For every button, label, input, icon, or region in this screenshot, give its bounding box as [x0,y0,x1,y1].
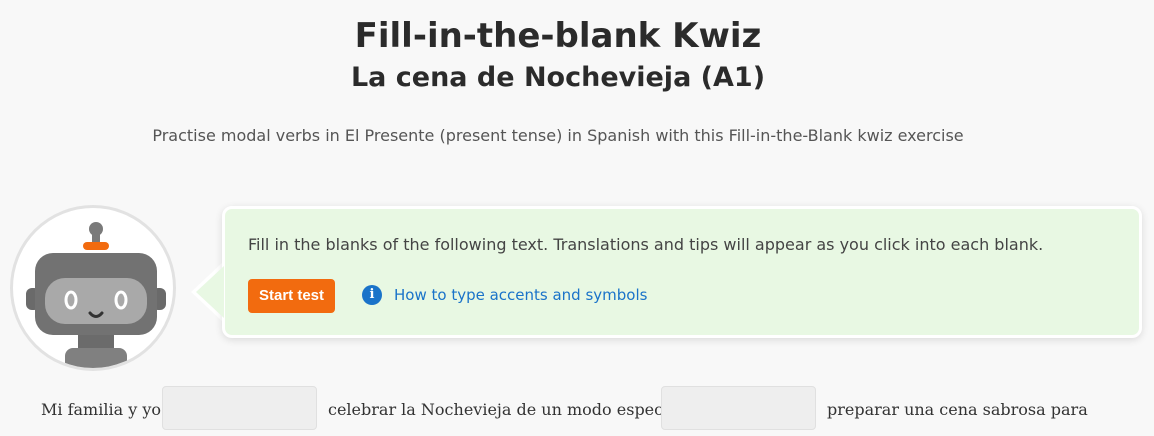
page-description: Practise modal verbs in El Presente (pre… [152,126,964,145]
info-icon: i [362,285,382,305]
accents-help-link[interactable]: i How to type accents and symbols [362,285,647,305]
accents-help-label[interactable]: How to type accents and symbols [394,286,647,304]
robot-avatar-icon [10,205,176,371]
instructions-pointer [196,266,224,318]
exercise-text: Mi familia y yo celebrar la Nochevieja d… [0,384,1154,434]
exercise-segment: celebrar la Nochevieja de un modo especi… [328,400,688,419]
instructions-text: Fill in the blanks of the following text… [248,235,1044,254]
exercise-segment: Mi familia y yo [41,400,161,419]
page-title: Fill-in-the-blank Kwiz [354,16,762,56]
instructions-panel: Fill in the blanks of the following text… [222,206,1142,338]
blank-input-2[interactable] [661,386,816,430]
start-test-button[interactable]: Start test [248,279,336,313]
page-subtitle: La cena de Nochevieja (A1) [350,62,766,93]
blank-input-1[interactable] [162,386,317,430]
exercise-segment: preparar una cena sabrosa para [827,400,1088,419]
